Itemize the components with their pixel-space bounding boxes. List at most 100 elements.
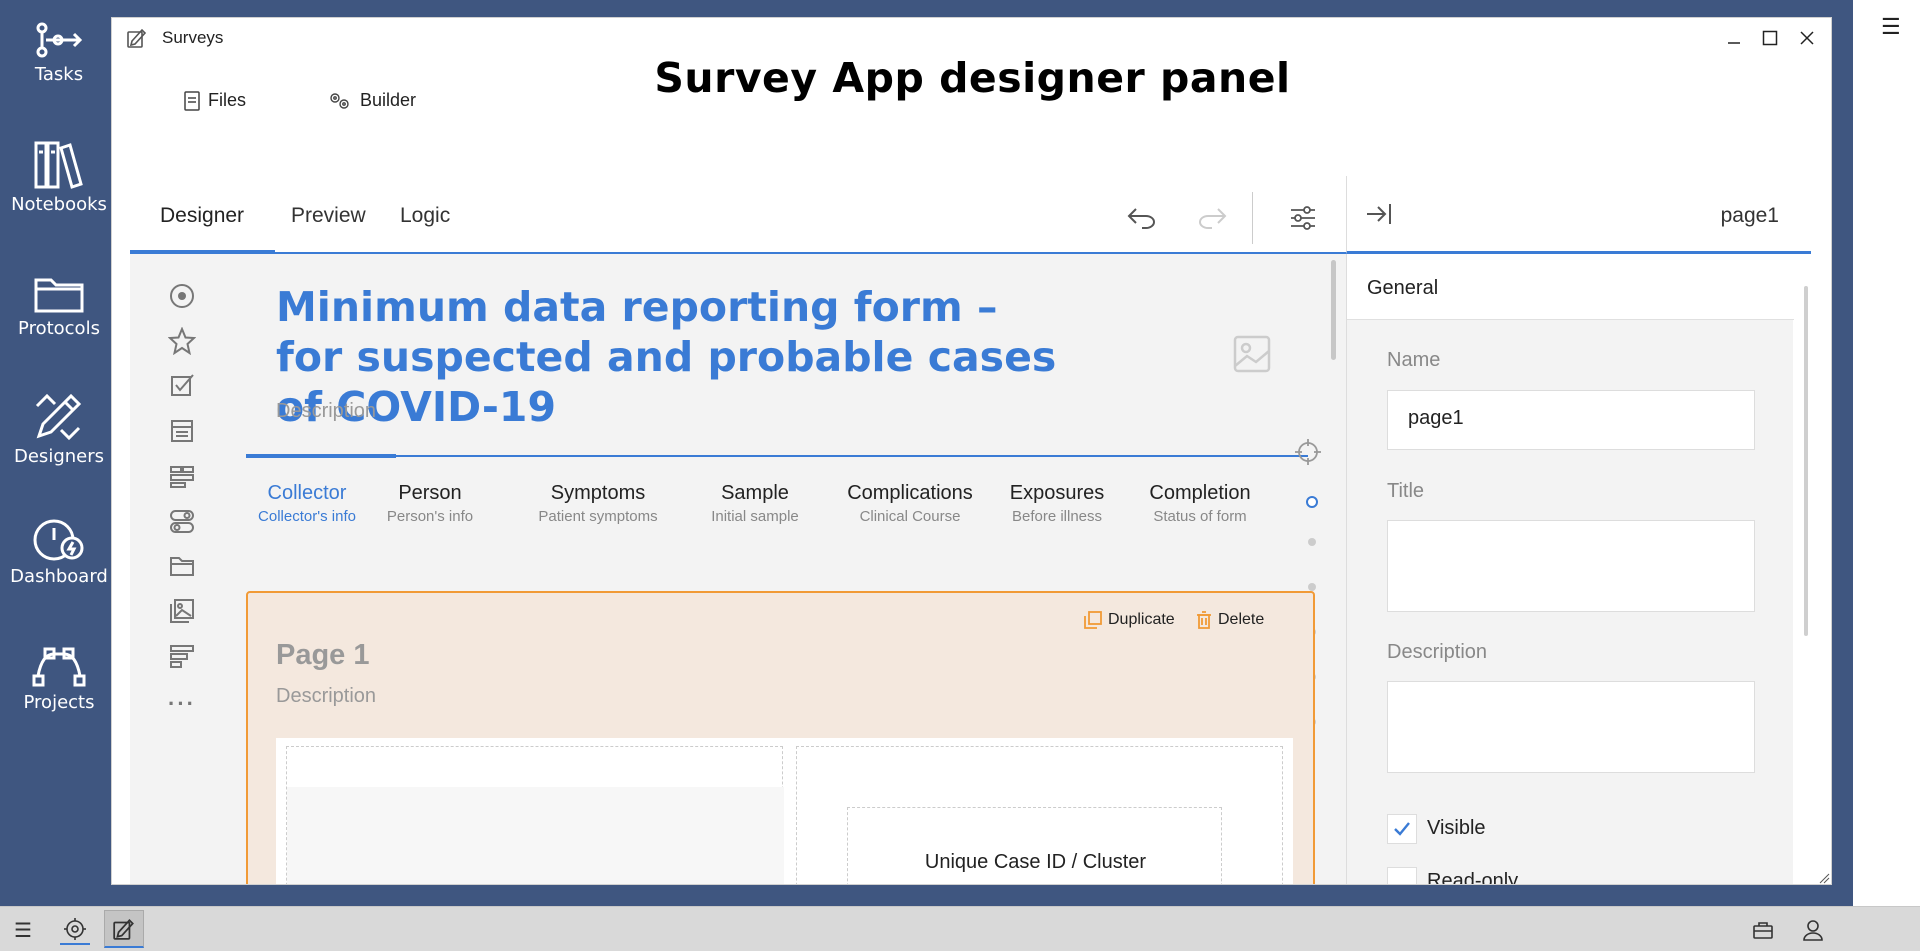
property-grid-header: page1 xyxy=(1346,176,1811,254)
user-account-icon[interactable] xyxy=(1798,915,1828,945)
tab-designer[interactable]: Designer xyxy=(160,204,244,228)
builder-label: Builder xyxy=(360,90,417,110)
page-indicator-dot[interactable] xyxy=(1308,583,1316,591)
window-title: Surveys xyxy=(162,28,224,47)
nav-tasks[interactable]: Tasks xyxy=(0,20,118,85)
settings-sliders-icon[interactable] xyxy=(1283,198,1323,238)
page-nav-sample[interactable]: Sample Initial sample xyxy=(700,482,810,525)
page-nav-subtitle: Clinical Course xyxy=(859,508,961,525)
tagbox-tool-icon[interactable] xyxy=(166,460,198,492)
visible-checkbox[interactable] xyxy=(1387,814,1417,844)
tasks-flow-icon xyxy=(36,22,83,58)
minimize-icon[interactable] xyxy=(1721,25,1747,51)
page-indicator-dot[interactable] xyxy=(1308,538,1316,546)
delete-button[interactable]: Delete xyxy=(1196,611,1264,629)
page-nav-subtitle: Person's info xyxy=(386,508,474,525)
settings-app-icon[interactable] xyxy=(60,915,90,945)
page-heading[interactable]: Page 1 xyxy=(276,639,370,672)
dropdown-tool-icon[interactable] xyxy=(166,415,198,447)
question-container-right[interactable]: Unique Case ID / Cluster xyxy=(796,746,1283,884)
question-inner[interactable]: Unique Case ID / Cluster xyxy=(847,807,1222,884)
general-section-header[interactable]: General xyxy=(1347,254,1794,320)
page-nav-title: Exposures xyxy=(1009,482,1105,504)
collapse-panel-icon[interactable] xyxy=(1365,202,1393,231)
description-field[interactable] xyxy=(1387,681,1755,773)
nav-projects[interactable]: Projects xyxy=(0,646,118,713)
page-nav-title: Sample xyxy=(721,482,789,504)
progress-track xyxy=(246,455,1308,457)
crosshair-icon[interactable] xyxy=(1294,438,1322,471)
page-nav-collector[interactable]: Collector Collector's info xyxy=(257,482,357,525)
question-title: Unique Case ID / Cluster xyxy=(924,851,1147,873)
files-menu-button[interactable]: Files xyxy=(184,90,246,111)
page-nav-completion[interactable]: Completion Status of form xyxy=(1130,482,1270,525)
undo-icon[interactable] xyxy=(1122,198,1162,238)
tab-preview[interactable]: Preview xyxy=(291,204,366,228)
nav-dashboard[interactable]: Dashboard xyxy=(0,518,118,587)
boolean-tool-icon[interactable] xyxy=(166,505,198,537)
logo-placeholder-icon[interactable] xyxy=(1232,334,1272,379)
page-card-selected[interactable]: Duplicate Delete Page 1 Description Uniq… xyxy=(246,591,1315,884)
page-nav-subtitle: Patient symptoms xyxy=(538,508,658,525)
close-icon[interactable] xyxy=(1794,25,1820,51)
page-nav-complications[interactable]: Complications Clinical Course xyxy=(835,482,985,525)
canvas-scrollbar[interactable] xyxy=(1331,260,1336,360)
window-titlebar[interactable]: Surveys xyxy=(112,18,1831,56)
description-label: Description xyxy=(1387,641,1488,663)
rating-tool-icon[interactable] xyxy=(166,325,198,357)
page-nav-symptoms[interactable]: Symptoms Patient symptoms xyxy=(523,482,673,525)
nav-notebooks[interactable]: Notebooks xyxy=(0,140,118,215)
toolbox-icon[interactable] xyxy=(1748,915,1778,945)
ranking-tool-icon[interactable] xyxy=(166,640,198,672)
builder-menu-button[interactable]: Builder xyxy=(328,90,416,111)
page-nav-title: Complications xyxy=(847,482,973,504)
surveys-window: Surveys Survey App designer panel Files … xyxy=(111,17,1832,885)
active-tab-indicator xyxy=(130,250,275,253)
duplicate-label: Duplicate xyxy=(1108,611,1175,628)
page-description[interactable]: Description xyxy=(276,685,376,708)
app-sidebar: Tasks Notebooks Protocols Designers Dash… xyxy=(0,0,111,906)
redo-icon[interactable] xyxy=(1192,198,1232,238)
resize-grip-icon[interactable] xyxy=(1818,872,1830,884)
hamburger-menu-icon[interactable]: ☰ xyxy=(1881,14,1901,40)
nav-protocols-label: Protocols xyxy=(18,318,100,339)
visible-label: Visible xyxy=(1427,817,1486,839)
page-nav-subtitle: Status of form xyxy=(1153,508,1247,525)
tab-logic[interactable]: Logic xyxy=(400,204,450,228)
question-placeholder-left[interactable] xyxy=(286,746,784,884)
survey-title[interactable]: Minimum data reporting form – for suspec… xyxy=(276,282,1076,432)
page-nav-exposures[interactable]: Exposures Before illness xyxy=(1002,482,1112,525)
delete-label: Delete xyxy=(1218,611,1265,628)
title-field[interactable] xyxy=(1387,520,1755,612)
file-upload-tool-icon[interactable] xyxy=(166,550,198,582)
start-menu-icon[interactable]: ☰ xyxy=(8,915,38,945)
name-field[interactable]: page1 xyxy=(1387,390,1755,450)
image-picker-tool-icon[interactable] xyxy=(166,595,198,627)
page-indicator-active[interactable] xyxy=(1306,496,1318,508)
surveys-taskbar-icon[interactable] xyxy=(104,910,144,948)
survey-app-icon xyxy=(127,28,147,48)
question-panel: Unique Case ID / Cluster xyxy=(276,738,1293,884)
checkbox-tool-icon[interactable] xyxy=(166,370,198,402)
more-tools-icon[interactable]: ··· xyxy=(166,688,198,720)
checkmark-icon xyxy=(1394,822,1410,836)
radiogroup-tool-icon[interactable] xyxy=(166,280,198,312)
vector-nodes-icon xyxy=(32,647,86,687)
maximize-icon[interactable] xyxy=(1757,25,1783,51)
name-label: Name xyxy=(1387,349,1441,371)
nav-designers[interactable]: Designers xyxy=(0,392,118,467)
readonly-checkbox[interactable] xyxy=(1387,867,1417,884)
question-placeholder-fill xyxy=(287,787,784,884)
page-nav-title: Completion xyxy=(1149,482,1251,504)
nav-tasks-label: Tasks xyxy=(34,64,84,85)
page-nav-person[interactable]: Person Person's info xyxy=(380,482,480,525)
survey-description[interactable]: Description xyxy=(276,400,376,423)
taskbar: ☰ xyxy=(0,906,1920,951)
property-grid-scrollbar[interactable] xyxy=(1804,286,1808,636)
duplicate-button[interactable]: Duplicate xyxy=(1084,611,1175,629)
nav-protocols[interactable]: Protocols xyxy=(0,274,118,339)
files-label: Files xyxy=(208,90,247,110)
nav-projects-label: Projects xyxy=(23,692,95,713)
progress-fill xyxy=(246,454,396,458)
nav-designers-label: Designers xyxy=(14,446,104,467)
